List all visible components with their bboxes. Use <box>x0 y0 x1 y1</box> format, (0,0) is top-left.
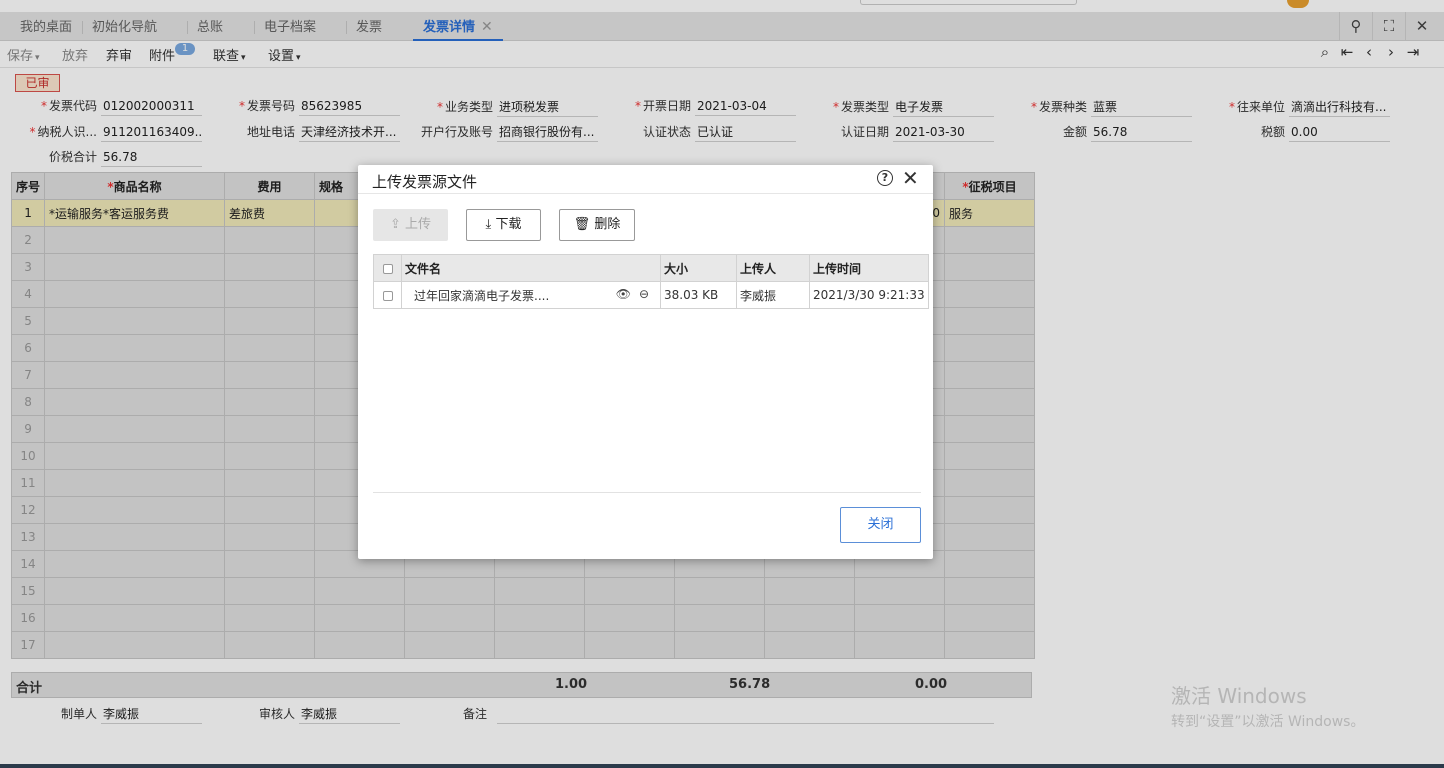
dialog-title: 上传发票源文件 <box>372 173 478 191</box>
windows-activation-watermark: 激活 Windows 转到“设置”以激活 Windows。 <box>1171 680 1364 731</box>
col-uploader: 上传人 <box>736 254 810 282</box>
table-header-row: 文件名 大小 上传人 上传时间 <box>373 254 929 282</box>
file-name: 过年回家滴滴电子发票.... <box>414 288 550 303</box>
watermark-title: 激活 Windows <box>1171 684 1307 708</box>
row-checkbox[interactable] <box>373 281 402 309</box>
help-icon[interactable]: ? <box>877 170 893 186</box>
upload-button[interactable]: ⇪ 上传 <box>373 209 448 241</box>
taskbar <box>0 764 1444 768</box>
dialog-close-icon[interactable]: ✕ <box>902 166 919 190</box>
col-filename: 文件名 <box>401 254 661 282</box>
more-icon[interactable]: ⊖ <box>639 287 657 301</box>
dialog-footer-divider <box>373 492 921 493</box>
delete-button[interactable]: 🗑 删除 <box>559 209 635 241</box>
upload-dialog: 上传发票源文件 ? ✕ ⇪ 上传 ⤓ 下载 🗑 删除 文件名 大小 上传人 上传… <box>358 165 933 559</box>
download-button[interactable]: ⤓ 下载 <box>466 209 541 241</box>
select-all-checkbox[interactable] <box>373 254 402 282</box>
watermark-subtitle: 转到“设置”以激活 Windows。 <box>1171 714 1365 730</box>
dialog-header-divider <box>358 193 933 194</box>
trash-icon: 🗑 <box>573 217 595 232</box>
delete-label: 删除 <box>594 217 621 232</box>
col-upload-time: 上传时间 <box>809 254 929 282</box>
file-size: 38.03 KB <box>660 281 737 309</box>
file-table: 文件名 大小 上传人 上传时间 过年回家滴滴电子发票.... 👁⊖ 38.03 … <box>373 254 929 309</box>
table-row[interactable]: 过年回家滴滴电子发票.... 👁⊖ 38.03 KB 李威振 2021/3/30… <box>373 281 929 309</box>
upload-label: 上传 <box>405 217 432 232</box>
close-button[interactable]: 关闭 <box>840 507 921 543</box>
download-label: 下载 <box>495 217 522 232</box>
file-name-cell[interactable]: 过年回家滴滴电子发票.... 👁⊖ <box>401 281 661 309</box>
file-uploader: 李威振 <box>736 281 810 309</box>
eye-icon[interactable]: 👁 <box>616 287 639 301</box>
download-icon: ⤓ <box>485 217 496 232</box>
upload-icon: ⇪ <box>389 217 405 232</box>
col-size: 大小 <box>660 254 737 282</box>
file-time: 2021/3/30 9:21:33 <box>809 281 929 309</box>
